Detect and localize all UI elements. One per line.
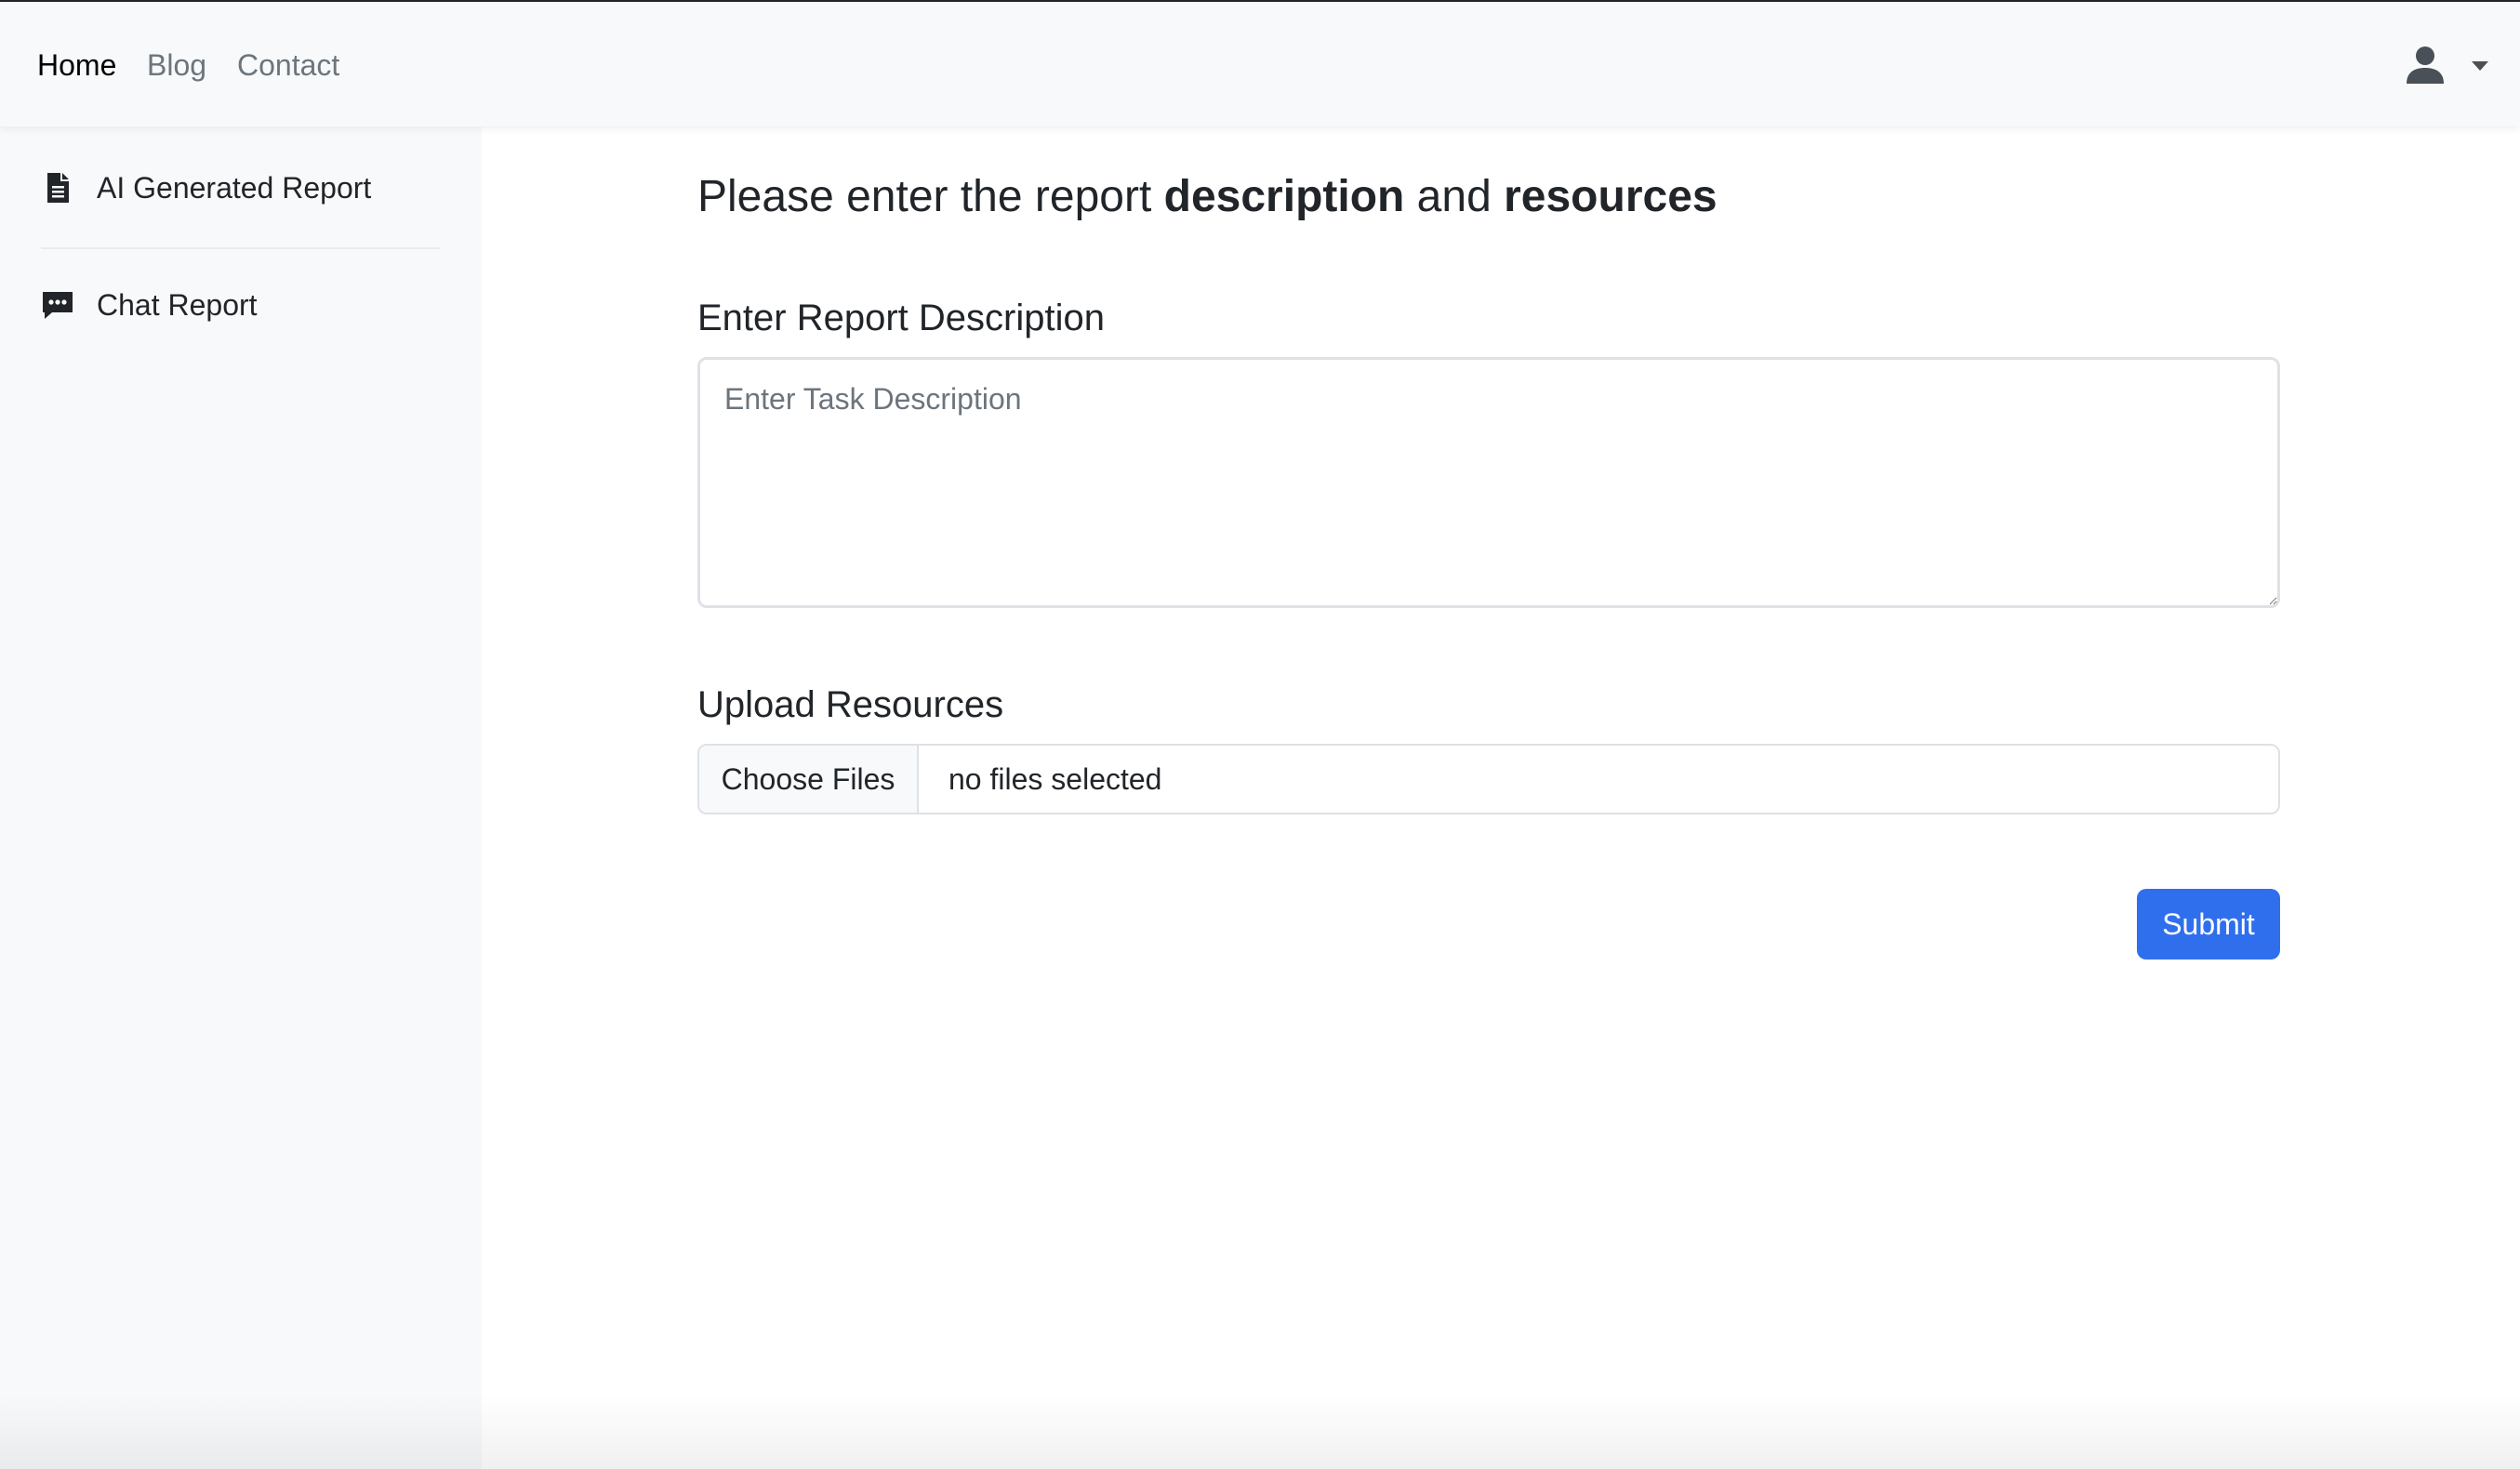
nav-link-contact[interactable]: Contact <box>237 43 339 87</box>
file-status-text: no files selected <box>948 762 1162 796</box>
report-description-label: Enter Report Description <box>697 298 1105 338</box>
nav-link-blog[interactable]: Blog <box>147 43 206 87</box>
submit-button[interactable]: Submit <box>2137 889 2280 959</box>
sidebar-item-label: Chat Report <box>97 288 258 322</box>
sidebar-item-ai-generated-report[interactable]: AI Generated Report <box>0 126 482 229</box>
caret-down-icon <box>2472 61 2488 71</box>
top-navbar: Home Blog Contact <box>0 0 2520 126</box>
page-title-bold-description: description <box>1163 172 1405 221</box>
sidebar: AI Generated Report Chat Report <box>0 126 482 1469</box>
file-icon <box>47 173 69 203</box>
upload-resources-label: Upload Resources <box>697 684 1004 725</box>
file-upload-input[interactable]: Choose Files no files selected <box>697 744 2280 814</box>
choose-files-button[interactable]: Choose Files <box>699 746 919 813</box>
page-title-middle: and <box>1404 172 1505 221</box>
nav-link-home[interactable]: Home <box>37 43 116 87</box>
page-title-prefix: Please enter the report <box>697 172 1164 221</box>
page-title-bold-resources: resources <box>1504 172 1718 221</box>
main-content: Please enter the report description and … <box>482 126 2520 1469</box>
sidebar-item-chat-report[interactable]: Chat Report <box>0 247 482 350</box>
report-description-textarea[interactable] <box>697 357 2280 608</box>
page-title: Please enter the report description and … <box>697 167 1718 227</box>
sidebar-item-label: AI Generated Report <box>97 171 372 205</box>
user-icon <box>2407 46 2444 84</box>
user-menu-dropdown[interactable] <box>2405 43 2488 87</box>
chat-icon <box>43 292 73 319</box>
